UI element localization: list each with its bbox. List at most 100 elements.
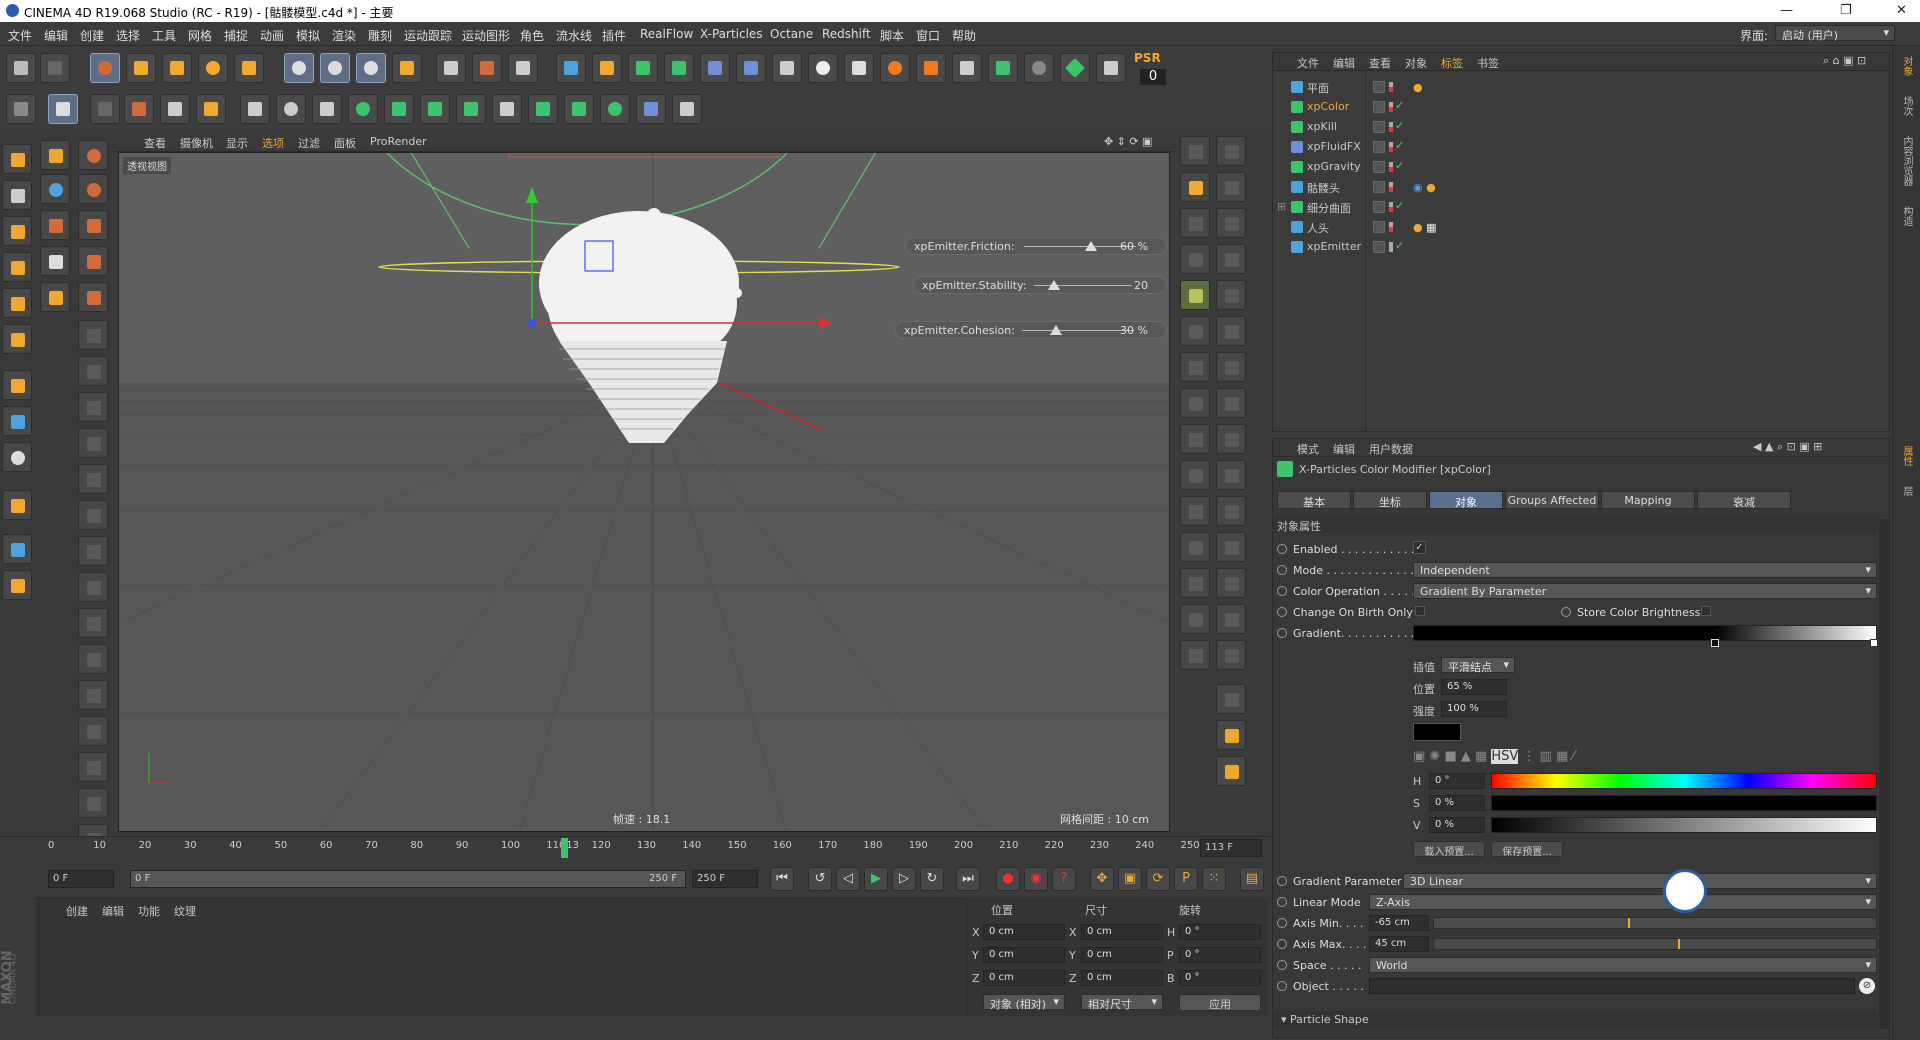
saturation-slider[interactable]: [1491, 795, 1877, 811]
key-rotation-button[interactable]: ⟳: [1146, 867, 1170, 891]
attr-menu-userdata[interactable]: 用户数据: [1369, 441, 1413, 457]
script-s-button[interactable]: [880, 53, 910, 83]
help-button[interactable]: [78, 140, 108, 170]
visibility-dots[interactable]: [1389, 122, 1393, 132]
end-frame-field[interactable]: 250 F: [692, 870, 758, 888]
slider-stability[interactable]: xpEmitter.Stability: 20: [913, 276, 1167, 294]
strip-tab-objects[interactable]: 对象: [1899, 56, 1914, 76]
keyframe-radio[interactable]: [1561, 607, 1571, 617]
linear-mode-dropdown[interactable]: Z-Axis: [1369, 894, 1877, 910]
strip-tab-layers[interactable]: 层: [1899, 486, 1914, 496]
side-tool-5[interactable]: [1216, 208, 1246, 238]
workplane-lock-button[interactable]: [2, 534, 32, 564]
visibility-dots[interactable]: [1389, 202, 1393, 212]
menu-redshift[interactable]: Redshift: [822, 27, 871, 41]
live-selection-button[interactable]: [234, 53, 264, 83]
spline-grid-button[interactable]: [312, 94, 342, 124]
tab-object[interactable]: 对象: [1429, 491, 1503, 509]
timeline-window-button[interactable]: ▤: [1240, 867, 1264, 891]
visibility-dots[interactable]: [1389, 222, 1393, 232]
placeholder-tool-14[interactable]: [78, 788, 108, 818]
light-button[interactable]: [808, 53, 838, 83]
change-on-birth-checkbox[interactable]: [1415, 606, 1425, 616]
knife-button[interactable]: [90, 94, 120, 124]
rotation-p-field[interactable]: 0 °: [1179, 947, 1261, 963]
hue-field[interactable]: 0 °: [1429, 773, 1485, 789]
layer-checkbox[interactable]: [1373, 221, 1385, 233]
keyframe-radio[interactable]: [1277, 939, 1287, 949]
object-row-xpemitter[interactable]: xpEmitter ✓: [1273, 237, 1889, 257]
side-tool-17[interactable]: [1180, 460, 1210, 490]
axis-max-field[interactable]: 45 cm: [1369, 936, 1429, 952]
placeholder-tool-3[interactable]: [78, 392, 108, 422]
side-tool-13[interactable]: [1180, 388, 1210, 418]
snapping-button[interactable]: [2, 490, 32, 520]
size-z-field[interactable]: 0 cm: [1081, 970, 1163, 986]
side-tool-3[interactable]: [1216, 172, 1246, 202]
model-mode-button[interactable]: [48, 94, 78, 124]
frame-range-slider[interactable]: 0 F 250 F: [130, 870, 686, 888]
tab-groups-affected[interactable]: Groups Affected: [1505, 491, 1599, 509]
close-button[interactable]: ✕: [1896, 3, 1907, 18]
size-y-field[interactable]: 0 cm: [1081, 947, 1163, 963]
side-tool-active[interactable]: [1180, 280, 1210, 310]
goto-end-button[interactable]: ⏭: [956, 867, 980, 891]
layer-checkbox[interactable]: [1373, 121, 1385, 133]
cursor-button[interactable]: [78, 174, 108, 204]
move-cube-button[interactable]: [40, 246, 70, 276]
layer-checkbox[interactable]: [1373, 81, 1385, 93]
side-tool-15[interactable]: [1180, 424, 1210, 454]
tag-icons[interactable]: ●: [1413, 81, 1423, 94]
visibility-dots[interactable]: [1389, 182, 1393, 192]
space-dropdown[interactable]: World: [1369, 957, 1877, 973]
attr-nav-icons[interactable]: ◀ ▲ ⌕ ⊡ ▣ ⊞: [1753, 440, 1822, 454]
texture-mode-button[interactable]: [2, 180, 32, 210]
side-tool-7[interactable]: [1216, 244, 1246, 274]
keyframe-help-button[interactable]: ?: [1052, 867, 1076, 891]
spiral-button[interactable]: [600, 94, 630, 124]
side-tool-20[interactable]: [1216, 496, 1246, 526]
slider-cohesion[interactable]: xpEmitter.Cohesion: 30 %: [895, 321, 1167, 339]
side-tool-10[interactable]: [1216, 316, 1246, 346]
axis-min-slider[interactable]: [1433, 917, 1877, 929]
enabled-checkmark-icon[interactable]: ✓: [1395, 239, 1404, 252]
keyframe-radio[interactable]: [1277, 918, 1287, 928]
timeline-playhead[interactable]: [561, 838, 568, 858]
make-editable-button[interactable]: [2, 144, 32, 174]
tag-icons[interactable]: ● ▦: [1413, 221, 1437, 234]
next-frame-button[interactable]: ▷: [892, 867, 916, 891]
object-row-head[interactable]: 人头 ● ▦: [1273, 217, 1889, 237]
polygons-mode-button[interactable]: [2, 324, 32, 354]
side-tool-29[interactable]: [1216, 684, 1246, 714]
value-slider[interactable]: [1491, 817, 1877, 833]
spark-button[interactable]: [916, 53, 946, 83]
picture-viewer-button[interactable]: [1096, 53, 1126, 83]
tab-coord[interactable]: 坐标: [1353, 491, 1427, 509]
layer-checkbox[interactable]: [1373, 161, 1385, 173]
object-row-xpcolor[interactable]: xpColor ✓: [1273, 97, 1889, 117]
viewport-nav-icons[interactable]: ✥ ⇕ ⟳ ▣: [1104, 135, 1153, 148]
object-menu-objects[interactable]: 对象: [1405, 55, 1427, 71]
strip-tab-takes[interactable]: 场次: [1899, 96, 1914, 116]
object-menu-edit[interactable]: 编辑: [1333, 55, 1355, 71]
menu-window[interactable]: 窗口: [916, 27, 940, 44]
viewport-menu-panel[interactable]: 面板: [334, 135, 356, 151]
rotation-h-field[interactable]: 0 °: [1179, 924, 1261, 940]
visibility-dots[interactable]: [1389, 142, 1393, 152]
interpolation-dropdown[interactable]: 平滑结点: [1441, 657, 1515, 674]
object-link-field[interactable]: [1369, 978, 1855, 994]
object-menu-view[interactable]: 查看: [1369, 55, 1391, 71]
side-tool-8[interactable]: [1216, 280, 1246, 310]
lathe-button[interactable]: [456, 94, 486, 124]
attr-menu-edit[interactable]: 编辑: [1333, 441, 1355, 457]
side-tool-9[interactable]: [1180, 316, 1210, 346]
viewport-menu-filter[interactable]: 过滤: [298, 135, 320, 151]
keyframe-radio[interactable]: [1277, 897, 1287, 907]
key-parameter-button[interactable]: P: [1174, 867, 1198, 891]
viewport-menu-prorender[interactable]: ProRender: [370, 135, 427, 148]
keyframe-radio[interactable]: [1277, 607, 1287, 617]
coordinate-system-button[interactable]: [392, 53, 422, 83]
current-frame-field[interactable]: 113 F: [1200, 839, 1262, 857]
menu-snap[interactable]: 捕捉: [224, 27, 248, 44]
subdivision-button[interactable]: [628, 53, 658, 83]
